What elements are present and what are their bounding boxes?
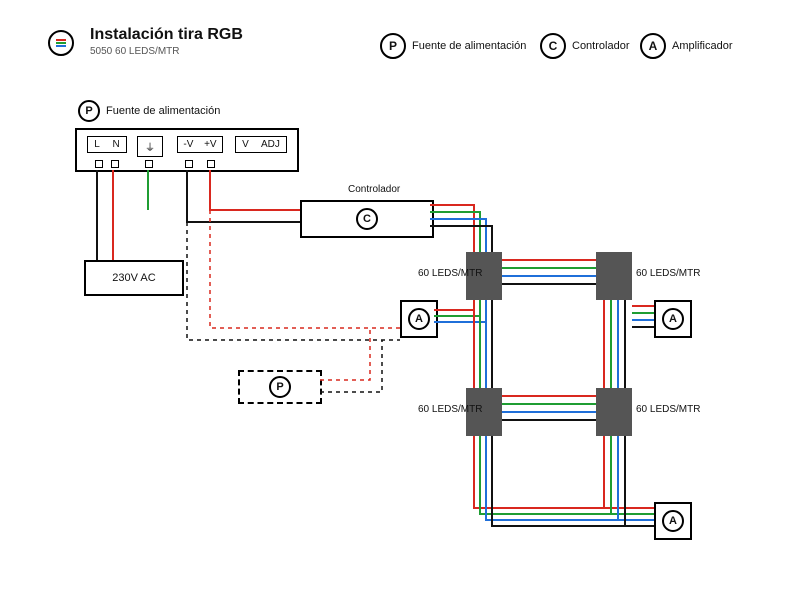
legend-amp-label: Amplificador [672,40,733,52]
legend-amp: A Amplificador [640,33,733,59]
legend-controller-label: Controlador [572,40,629,52]
legend-psu-label: Fuente de alimentación [412,40,526,52]
amp-2: A [654,300,692,338]
legend-controller: C Controlador [540,33,629,59]
ac-source: 230V AC [84,260,184,296]
amp-icon: A [640,33,666,59]
led-conn-2 [596,252,632,300]
psu-term-N: N [112,139,119,150]
controller-icon: C [540,33,566,59]
psu-term-gnd: ⏚ [145,143,155,154]
controller-box: C [300,200,434,238]
psu-icon: P [380,33,406,59]
psu-term-ADJ: ADJ [261,139,280,150]
psu-term-L: L [94,139,100,150]
logo-icon [48,30,74,56]
led-label-2: 60 LEDS/MTR [636,268,700,279]
led-label-1: 60 LEDS/MTR [418,268,482,279]
controller-symbol: C [356,208,378,230]
page-subtitle: 5050 60 LEDS/MTR [90,46,180,57]
amp-2-symbol: A [662,308,684,330]
amp-3: A [654,502,692,540]
psu-term-V: V [242,139,249,150]
controller-label: Controlador [348,184,400,195]
led-label-4: 60 LEDS/MTR [636,404,700,415]
psu-term-plusV: +V [204,139,217,150]
psu-label: Fuente de alimentación [106,105,220,117]
psu-symbol: P [78,100,100,122]
legend-psu: P Fuente de alimentación [380,33,526,59]
led-label-3: 60 LEDS/MTR [418,404,482,415]
psu-header: P Fuente de alimentación [78,100,220,122]
page-title: Instalación tira RGB [90,26,243,44]
psu-term-minusV: -V [183,139,193,150]
amp-1-symbol: A [408,308,430,330]
amp-3-symbol: A [662,510,684,532]
psu-box: L N ⏚ -V +V V ADJ [75,128,299,172]
optional-psu: P [238,370,322,404]
led-conn-4 [596,388,632,436]
amp-1: A [400,300,438,338]
optional-psu-symbol: P [269,376,291,398]
